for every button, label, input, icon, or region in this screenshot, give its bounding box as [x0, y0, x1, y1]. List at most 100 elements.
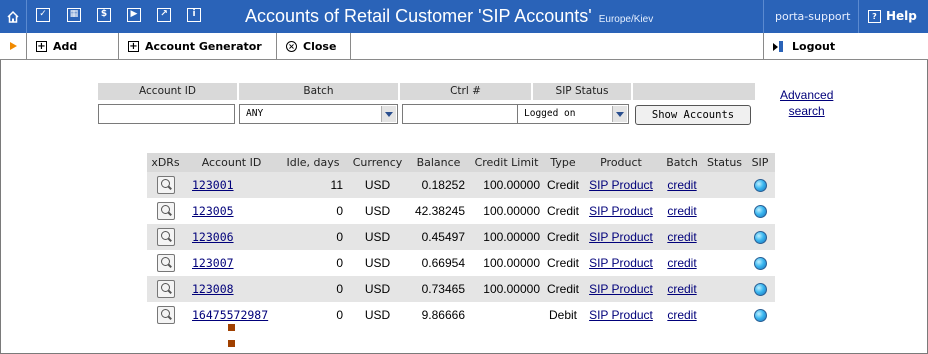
batch-link[interactable]: credit	[667, 230, 696, 244]
show-accounts-button[interactable]: Show Accounts	[635, 105, 751, 125]
status-cell	[704, 302, 745, 328]
sip-online-icon	[753, 205, 767, 219]
grid-icon[interactable]: ▦	[67, 8, 81, 22]
check-icon[interactable]: ✓	[36, 8, 50, 22]
magnifier-icon[interactable]	[156, 228, 175, 246]
credit-limit-cell: 100.00000	[469, 172, 544, 198]
currency-cell: USD	[347, 172, 408, 198]
title-bar: ✓ ▦ $ ▶ ↗ i Accounts of Retail Customer …	[0, 0, 928, 33]
account-id-link[interactable]: 123005	[192, 204, 234, 218]
product-link[interactable]: SIP Product	[589, 204, 653, 218]
batch-cell: credit	[660, 224, 704, 250]
account-generator-button[interactable]: + Account Generator	[128, 33, 262, 59]
idle-days-cell: 0	[336, 204, 343, 218]
search-header-account-id: Account ID	[98, 83, 237, 100]
account-id-link[interactable]: 123006	[192, 230, 234, 244]
account-id-link[interactable]: 123001	[192, 178, 234, 192]
magnifier-icon[interactable]	[156, 306, 175, 324]
help-link[interactable]: ? Help	[868, 9, 917, 23]
product-link[interactable]: SIP Product	[589, 308, 653, 322]
batch-link[interactable]: credit	[667, 282, 696, 296]
info-icon[interactable]: i	[187, 8, 201, 22]
accounts-table: xDRs Account ID Idle, days Currency Bala…	[147, 153, 775, 328]
help-icon: ?	[868, 10, 881, 23]
sip-online-icon	[753, 257, 767, 271]
toolbar-divider	[276, 33, 277, 59]
sip-cell	[745, 172, 775, 198]
batch-cell: credit	[660, 198, 704, 224]
batch-link[interactable]: credit	[667, 204, 696, 218]
account-id-cell: 123007	[184, 250, 279, 276]
chevron-down-icon	[381, 106, 396, 122]
credit-limit-cell: 100.00000	[483, 256, 540, 270]
sip-cell	[745, 198, 775, 224]
product-link[interactable]: SIP Product	[589, 256, 653, 270]
advanced-search-link[interactable]: Advanced search	[780, 87, 833, 119]
account-id-link[interactable]: 123008	[192, 282, 234, 296]
balance-cell: 0.18252	[408, 172, 469, 198]
idle-days-cell: 0	[336, 256, 343, 270]
search-header-ctrl: Ctrl #	[400, 83, 531, 100]
account-id-input[interactable]	[98, 104, 235, 124]
balance-cell: 42.38245	[414, 204, 465, 218]
magnifier-icon[interactable]	[156, 176, 175, 194]
idle-days-cell: 11	[279, 172, 347, 198]
batch-cell: credit	[660, 172, 704, 198]
type-cell: Credit	[544, 224, 582, 250]
account-id-link[interactable]: 16475572987	[192, 308, 268, 322]
batch-cell: credit	[660, 276, 704, 302]
col-product: Product	[582, 153, 660, 172]
close-button[interactable]: × Close	[286, 33, 336, 59]
close-icon: ×	[286, 40, 297, 52]
type-cell: Debit	[548, 308, 577, 322]
title-divider	[858, 0, 859, 33]
chart-icon[interactable]: ↗	[157, 8, 171, 22]
col-status: Status	[704, 153, 745, 172]
add-button[interactable]: + Add	[36, 33, 77, 59]
ctrl-input[interactable]	[402, 104, 529, 124]
toolbar-divider	[26, 33, 27, 59]
col-balance: Balance	[408, 153, 469, 172]
batch-link[interactable]: credit	[667, 308, 696, 322]
export-icon[interactable]: ▶	[127, 8, 141, 22]
product-link[interactable]: SIP Product	[589, 178, 653, 192]
drag-marker	[228, 324, 235, 331]
toolbar-divider	[350, 33, 351, 59]
table-row: 123005 0 USD 42.38245 100.00000 Credit S…	[147, 198, 775, 224]
col-batch: Batch	[660, 153, 704, 172]
batch-link[interactable]: credit	[667, 178, 696, 192]
sip-online-icon	[753, 309, 767, 323]
batch-select-value: ANY	[246, 108, 264, 119]
type-cell: Credit	[544, 276, 582, 302]
sip-cell	[745, 224, 775, 250]
logout-label: Logout	[792, 39, 836, 53]
dollar-icon[interactable]: $	[97, 8, 111, 22]
magnifier-icon[interactable]	[156, 254, 175, 272]
product-link[interactable]: SIP Product	[589, 230, 653, 244]
batch-select[interactable]: ANY	[239, 104, 398, 124]
table-row: 123007 0 USD 0.66954 100.00000 Credit SI…	[147, 250, 775, 276]
logout-button[interactable]: Logout	[773, 33, 835, 59]
sip-cell	[745, 302, 775, 328]
sip-status-select[interactable]: Logged on	[517, 104, 629, 124]
type-cell: Credit	[546, 204, 579, 218]
advanced-search-line1: Advanced	[780, 88, 834, 102]
batch-link[interactable]: credit	[667, 256, 696, 270]
user-link[interactable]: porta-support	[775, 10, 851, 23]
table-row: 123006 0 USD 0.45497 100.00000 Credit SI…	[147, 224, 775, 250]
status-cell	[704, 250, 745, 276]
sip-cell	[745, 250, 775, 276]
xdr-cell	[147, 172, 184, 198]
currency-cell: USD	[364, 308, 391, 322]
product-link[interactable]: SIP Product	[589, 282, 653, 296]
balance-cell: 0.73465	[408, 276, 469, 302]
sip-online-icon	[753, 179, 767, 193]
idle-days-cell: 0	[279, 224, 347, 250]
account-id-link[interactable]: 123007	[192, 256, 234, 270]
magnifier-icon[interactable]	[156, 280, 175, 298]
toolbar-divider	[118, 33, 119, 59]
magnifier-icon[interactable]	[156, 202, 175, 220]
credit-limit-cell: 100.00000	[469, 224, 544, 250]
home-button[interactable]	[0, 0, 27, 33]
toolbar-arrow	[10, 33, 17, 59]
